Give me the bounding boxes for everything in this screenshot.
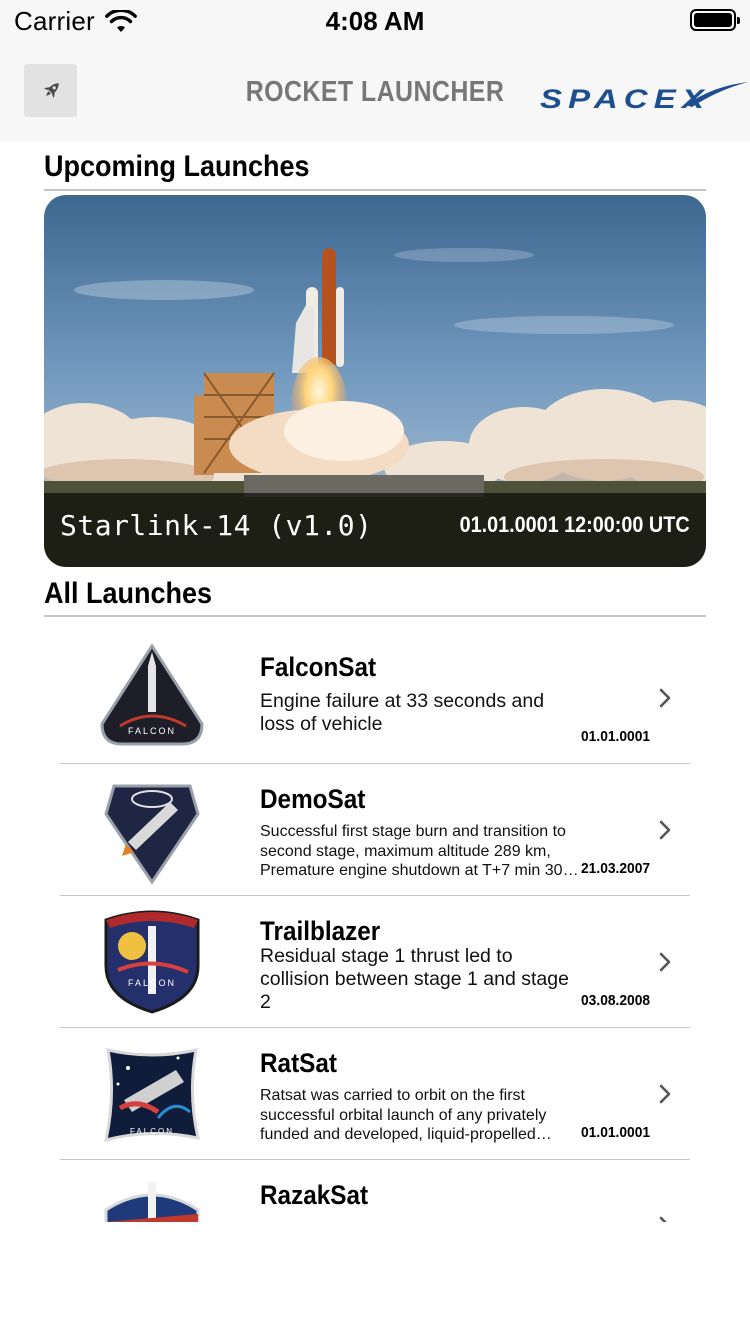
launch-row[interactable]: DemoSat Successful first stage burn and …	[60, 764, 690, 896]
chevron-right-icon	[659, 820, 671, 840]
launch-caption: Starlink-14 (v1.0) 01.01.0001 12:00:00 U…	[44, 493, 706, 567]
launch-name: Trailblazer	[260, 916, 381, 946]
upcoming-divider	[44, 189, 706, 191]
launch-name: RazakSat	[260, 1180, 369, 1210]
launch-date: 03.08.2008	[580, 992, 650, 1009]
launch-date: 01.01.0001 12:00:00 UTC	[459, 512, 690, 537]
launch-date: 01.01.0001	[580, 1124, 650, 1141]
launch-row[interactable]: RazakSat	[60, 1160, 690, 1222]
launch-description: Ratsat was carried to orbit on the first…	[260, 1087, 547, 1143]
svg-text:FALCON: FALCON	[130, 1127, 174, 1136]
upcoming-launch-card[interactable]: Starlink-14 (v1.0) 01.01.0001 12:00:00 U…	[44, 195, 706, 567]
launch-row[interactable]: FALCON Trailblazer Residual stage 1 thru…	[60, 896, 690, 1028]
spacex-logo: SPACEX	[540, 82, 748, 114]
chevron-right-icon	[659, 952, 671, 972]
launch-description: Residual stage 1 thrust led to collision…	[260, 945, 569, 1013]
launch-name: RatSat	[260, 1048, 337, 1078]
navigation-bar: ROCKET LAUNCHER SPACEX	[0, 44, 750, 141]
status-bar: Carrier 4:08 AM	[0, 0, 750, 44]
svg-text:SPACEX: SPACEX	[540, 84, 710, 114]
battery-icon	[690, 9, 740, 31]
launch-description: Successful first stage burn and transiti…	[260, 823, 580, 879]
falcon-1-first-flight-patch: FALCON	[100, 643, 204, 746]
chevron-right-icon	[659, 688, 671, 708]
launch-name: DemoSat	[260, 784, 366, 814]
falcon-1-demo-2-patch	[104, 784, 200, 884]
svg-text:FALCON: FALCON	[128, 726, 176, 736]
launch-row[interactable]: FALCON RatSat Ratsat was carried to orbi…	[60, 1028, 690, 1160]
falcon-1-flight-3-patch: FALCON	[104, 910, 200, 1014]
launch-date: 21.03.2007	[580, 860, 650, 877]
falcon-1-flight-5-patch	[104, 1182, 200, 1222]
upcoming-section-title: Upcoming Launches	[44, 150, 310, 183]
launch-date: 01.01.0001	[580, 728, 650, 745]
chevron-right-icon	[659, 1216, 667, 1222]
svg-text:FALCON: FALCON	[128, 978, 176, 988]
chevron-right-icon	[659, 1084, 671, 1104]
all-launches-section-title: All Launches	[44, 577, 213, 610]
launch-list[interactable]: FALCON FalconSat Engine failure at 33 se…	[0, 632, 750, 1222]
launch-description: Engine failure at 33 seconds and loss of…	[260, 690, 545, 735]
launch-row[interactable]: FALCON FalconSat Engine failure at 33 se…	[60, 632, 690, 764]
status-time: 4:08 AM	[325, 6, 425, 36]
launch-name: FalconSat	[260, 652, 377, 682]
falcon-1-flight-4-patch: FALCON	[104, 1048, 200, 1143]
all-launches-divider	[44, 615, 706, 617]
mission-name: Starlink-14 (v1.0)	[60, 509, 373, 542]
